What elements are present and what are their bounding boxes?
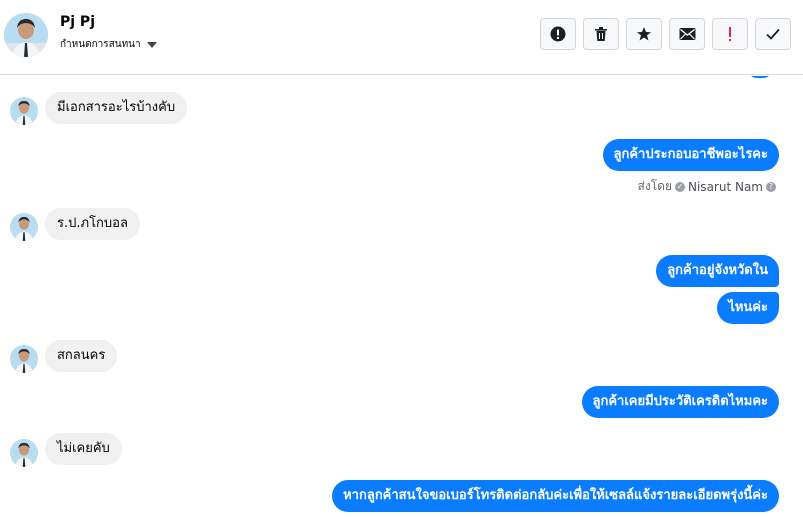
mark-done-button[interactable] — [755, 18, 791, 50]
previous-message-bubble — [747, 76, 773, 78]
star-button[interactable] — [626, 18, 662, 50]
star-icon — [637, 27, 651, 41]
incoming-message: มีเอกสารอะไรบ้างคับ — [45, 92, 188, 124]
contact-avatar[interactable] — [4, 13, 48, 57]
outgoing-message: ลูกค้าประกอบอาชีพอะไรคะ — [602, 139, 779, 171]
avatar[interactable] — [10, 345, 38, 373]
avatar[interactable] — [10, 97, 38, 125]
message-thread: มีเอกสารอะไรบ้างคับ ลูกค้าประกอบอาชีพอะไ… — [0, 76, 803, 517]
outgoing-message: ลูกค้าเคยมีประวัติเครดิตไหมคะ — [581, 386, 779, 418]
conversation-status[interactable]: กำหนดการสนทนา — [60, 37, 157, 52]
chevron-down-icon[interactable] — [146, 41, 157, 48]
alert-button[interactable] — [540, 18, 576, 50]
avatar[interactable] — [10, 439, 38, 467]
envelope-icon — [679, 28, 695, 40]
mail-button[interactable] — [669, 18, 705, 50]
incoming-message: ไม่เคยคับ — [45, 433, 122, 465]
conversation-status-label: กำหนดการสนทนา — [60, 39, 141, 50]
delete-button[interactable] — [583, 18, 619, 50]
contact-name: Pj Pj — [60, 14, 95, 30]
incoming-message: ร.ป.ภโกบอล — [45, 208, 140, 240]
trash-icon — [595, 27, 607, 41]
exclamation-circle-icon — [550, 26, 566, 42]
checkmark-icon — [766, 28, 780, 40]
conversation-header: Pj Pj กำหนดการสนทนา — [0, 0, 803, 75]
outgoing-message: ไหนค่ะ — [717, 292, 779, 324]
important-button[interactable] — [712, 18, 748, 50]
check-circle-icon: ✓ — [675, 181, 685, 192]
outgoing-message: ลูกค้าอยู่จังหวัดใน — [656, 255, 779, 287]
exclamation-icon — [729, 27, 731, 41]
avatar[interactable] — [10, 213, 38, 241]
help-icon[interactable]: ? — [766, 181, 776, 192]
sent-by-label: ส่งโดย — [637, 179, 672, 193]
sent-by-info: ส่งโดย ✓ Nisarut Nam ? — [638, 177, 779, 196]
sent-by-agent: Nisarut Nam — [688, 179, 763, 194]
incoming-message: สกลนคร — [45, 340, 118, 372]
outgoing-message: หากลูกค้าสนใจขอเบอร์โทรติดต่อกลับค่ะเพื่… — [332, 480, 779, 512]
